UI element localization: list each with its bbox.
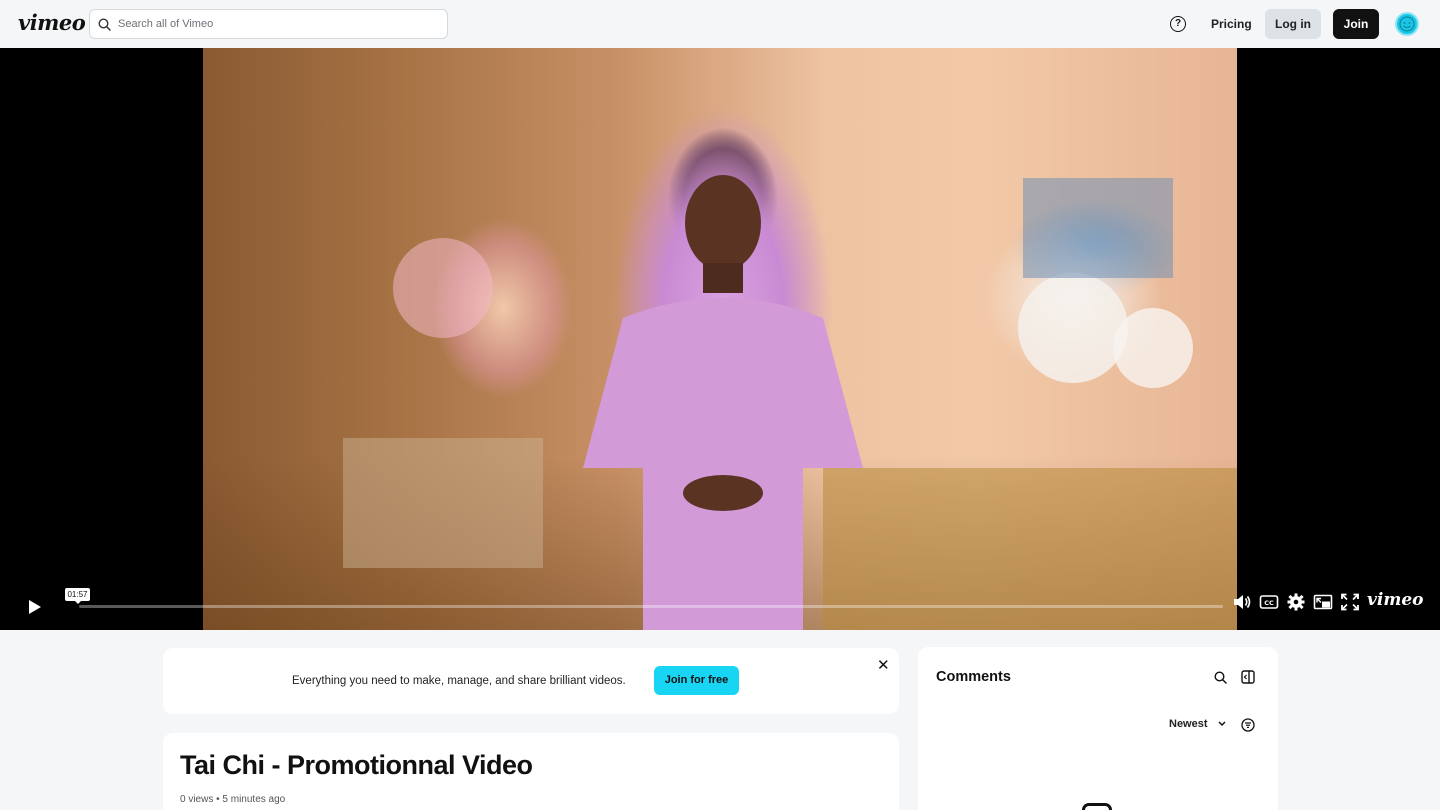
comments-panel: Comments Newest: [918, 647, 1278, 810]
pricing-link[interactable]: Pricing: [1211, 17, 1252, 31]
play-icon[interactable]: [29, 600, 41, 614]
promo-banner: Everything you need to make, manage, and…: [163, 648, 899, 714]
avatar[interactable]: [1395, 12, 1419, 36]
filter-icon[interactable]: [1241, 718, 1255, 732]
empty-comments-icon: [1082, 803, 1112, 810]
collapse-panel-icon[interactable]: [1241, 670, 1255, 684]
vimeo-player-logo[interactable]: vimeo: [1367, 590, 1423, 610]
video-title: Tai Chi - Promotionnal Video: [180, 750, 533, 780]
search-input[interactable]: [118, 10, 438, 38]
chevron-down-icon: [1218, 721, 1226, 727]
sort-label: Newest: [1169, 718, 1208, 730]
video-meta: 0 views • 5 minutes ago: [180, 794, 286, 805]
player-controls: 01:57 CC vimeo: [0, 587, 1440, 630]
search-icon[interactable]: [1214, 671, 1227, 684]
captions-icon[interactable]: CC: [1259, 593, 1279, 611]
timecode-tooltip: 01:57: [65, 588, 90, 604]
video-player[interactable]: 01:57 CC vimeo: [0, 48, 1440, 630]
close-icon[interactable]: ✕: [877, 658, 890, 673]
picture-in-picture-icon[interactable]: [1313, 593, 1333, 611]
progress-bar[interactable]: [79, 605, 1223, 608]
video-scene: [343, 175, 1237, 630]
video-info-card: Tai Chi - Promotionnal Video 0 views • 5…: [163, 733, 899, 810]
join-for-free-button[interactable]: Join for free: [654, 666, 739, 695]
help-icon[interactable]: ?: [1170, 16, 1186, 32]
fullscreen-icon[interactable]: [1340, 593, 1360, 611]
promo-text: Everything you need to make, manage, and…: [292, 675, 626, 687]
comments-title: Comments: [936, 669, 1011, 685]
vimeo-logo[interactable]: vimeo: [18, 10, 86, 35]
svg-text:CC: CC: [1264, 599, 1274, 607]
video-frame[interactable]: [203, 48, 1237, 630]
top-nav: vimeo ? Pricing Log in Join: [0, 0, 1440, 48]
search-icon: [98, 18, 111, 31]
join-button[interactable]: Join: [1333, 9, 1379, 39]
login-button[interactable]: Log in: [1265, 9, 1321, 39]
sort-dropdown[interactable]: Newest: [1169, 718, 1227, 730]
search-box[interactable]: [89, 9, 448, 39]
smiley-avatar-icon: [1399, 16, 1415, 32]
settings-gear-icon[interactable]: [1286, 593, 1306, 611]
volume-icon[interactable]: [1232, 593, 1252, 611]
